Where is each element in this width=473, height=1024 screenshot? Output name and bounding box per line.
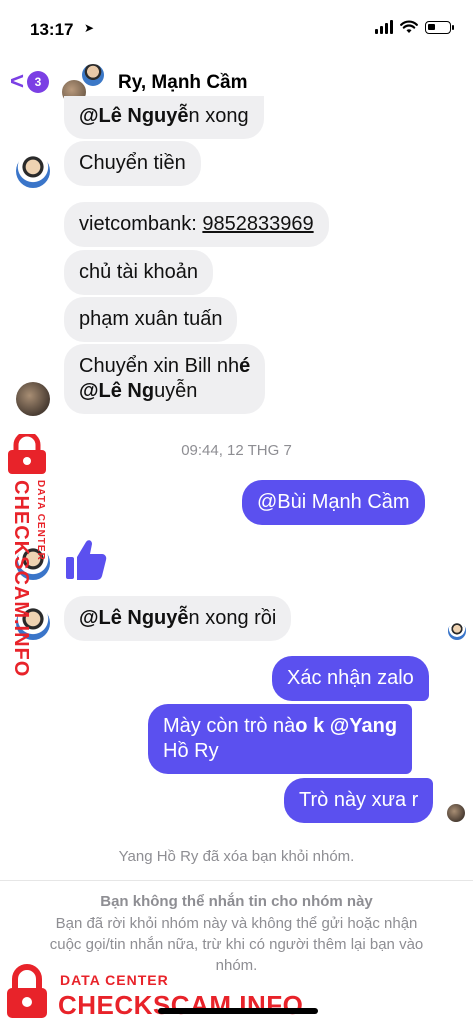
message-text: o k @Yang: [295, 715, 398, 737]
cellular-signal-icon: [375, 20, 393, 34]
phone-number-link[interactable]: 9852833969: [202, 213, 313, 235]
system-note: Yang Hồ Ry đã xóa bạn khỏi nhóm.: [118, 848, 355, 865]
home-indicator[interactable]: [158, 1008, 318, 1014]
message-text: chủ tài khoản: [79, 261, 198, 283]
message-bubble-incoming[interactable]: vietcombank: 9852833969: [64, 202, 329, 247]
message-text: Trò này xưa r: [299, 789, 419, 811]
message-text: Hồ Ry: [163, 740, 219, 762]
message-bubble-incoming[interactable]: Chuyển xin Bill nhé @Lê Nguyễn: [64, 344, 266, 414]
back-button[interactable]: < 3: [10, 68, 50, 95]
read-receipt-avatar: [448, 622, 466, 640]
unread-badge: 3: [27, 71, 50, 93]
status-bar: 13:17 ➤: [0, 0, 473, 56]
avatar[interactable]: [16, 606, 50, 640]
read-receipt-avatar: [447, 804, 465, 822]
notice-title: Bạn không thể nhắn tin cho nhóm này: [100, 893, 373, 910]
message-text: Xác nhận zalo: [287, 667, 414, 689]
timestamp: 09:44, 12 THG 7: [181, 442, 292, 459]
message-bubble-outgoing[interactable]: @Bùi Mạnh Cầm: [242, 480, 425, 525]
composer-disabled-notice: Bạn không thể nhắn tin cho nhóm này Bạn …: [0, 880, 473, 1024]
battery-icon: [425, 20, 454, 34]
message-bubble-incoming[interactable]: chủ tài khoản: [64, 250, 213, 295]
message-bubble-outgoing[interactable]: Xác nhận zalo: [272, 656, 429, 701]
message-bubble-incoming[interactable]: @Lê Nguyễn xong: [64, 96, 264, 139]
status-icons: [375, 20, 454, 34]
mention: @Lê Nguyễ: [79, 607, 189, 629]
avatar[interactable]: [16, 382, 50, 416]
message-text: n xong rồi: [188, 607, 277, 629]
status-time: 13:17: [30, 20, 74, 39]
chat-title[interactable]: Ry, Mạnh Cầm: [118, 72, 248, 94]
message-text: ầm: [381, 491, 410, 513]
message-text: Chuyển xin Bill nh: [79, 355, 240, 377]
message-text: Mày còn trò nà: [163, 715, 296, 737]
message-bubble-outgoing[interactable]: Trò này xưa r: [284, 778, 434, 823]
mention: @Lê Ng: [79, 380, 155, 402]
message-text: é: [239, 355, 251, 377]
message-bubble-incoming[interactable]: Chuyển tiền: [64, 141, 201, 186]
chevron-left-icon: <: [10, 68, 25, 95]
avatar[interactable]: [16, 154, 50, 188]
thumbs-up-icon[interactable]: [64, 538, 108, 582]
message-text: @Bùi Mạnh C: [257, 491, 382, 513]
notice-body: Bạn đã rời khỏi nhóm này và không thể gử…: [49, 915, 424, 974]
message-text: n xong: [188, 105, 249, 127]
message-text: phạm xuân tuấn: [79, 308, 223, 330]
wifi-icon: [400, 20, 418, 33]
avatar[interactable]: [16, 546, 50, 580]
message-bubble-incoming[interactable]: phạm xuân tuấn: [64, 297, 238, 342]
battery-level: [428, 23, 435, 30]
location-arrow-icon: ➤: [84, 21, 95, 35]
message-text: Chuyển tiền: [79, 152, 186, 174]
message-bubble-incoming[interactable]: @Lê Nguyễn xong rồi: [64, 596, 292, 641]
message-bubble-outgoing[interactable]: Mày còn trò nào k @Yang Hồ Ry: [148, 704, 413, 774]
mention: @Lê Nguyễ: [79, 105, 189, 127]
message-text: uyễn: [154, 380, 198, 402]
message-text: vietcombank:: [79, 213, 203, 235]
